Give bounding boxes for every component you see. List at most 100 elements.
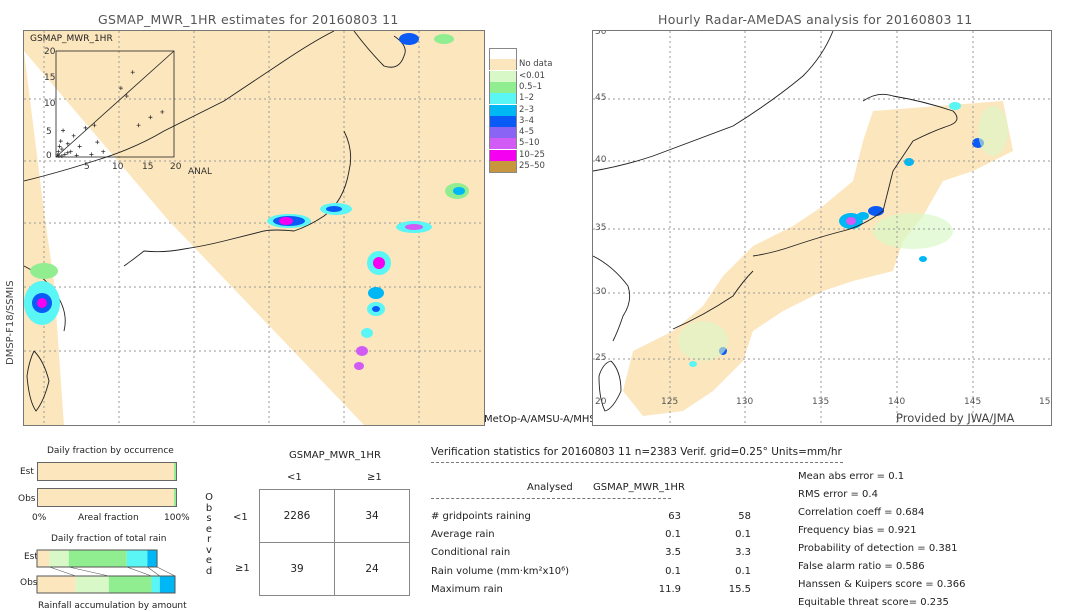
inset-ytick-20: 20 [44, 47, 56, 57]
observed-label: Observed [204, 492, 214, 577]
contingency-row-ge1: ≥1 [235, 563, 250, 574]
cell-obs-lt1-est-ge1: 34 [334, 489, 410, 543]
legend-label: 1–2 [519, 93, 535, 104]
occurrence-title: Daily fraction by occurrence [47, 446, 174, 456]
cell-obs-ge1-est-ge1: 24 [334, 542, 410, 596]
rain-bar-connector [68, 566, 109, 577]
right-coastline-china [593, 255, 631, 342]
inset-xtick-5: 5 [84, 162, 90, 172]
occurrence-x-min: 0% [32, 513, 47, 523]
occurrence-x-max: 100% [164, 513, 190, 523]
rain-bar-segment [108, 576, 152, 593]
stats-row-model: 3.3 [735, 547, 751, 559]
legend-swatch [489, 149, 517, 161]
stats-row-model: 15.5 [728, 583, 751, 595]
occurrence-bar-segment [38, 463, 174, 480]
legend-label: <0.01 [519, 70, 546, 81]
stats-row-analysed: 3.5 [665, 547, 681, 559]
occurrence-est-label: Est [20, 467, 34, 477]
lat-tick-30: 30 [595, 287, 607, 297]
stats-row-analysed: 11.9 [658, 583, 681, 595]
color-legend: No data <0.01 0.5–1 1–2 2–3 3–4 4–5 5–10 10–25 25… [489, 48, 569, 173]
radar-coverage [623, 101, 1013, 416]
stats-score: Mean abs error = 0.1 [798, 471, 905, 482]
legend-label: 3–4 [519, 115, 535, 126]
lon-tick-145: 145 [964, 397, 982, 407]
stats-score: False alarm ratio = 0.586 [798, 561, 925, 572]
lon-tick-135: 135 [812, 397, 830, 407]
rain-bar-segment [147, 550, 158, 567]
contingency-col-ge1: ≥1 [367, 472, 382, 483]
stats-row-label: Rain volume (mm·km²x10⁶) [431, 565, 570, 577]
stats-col-model: GSMAP_MWR_1HR [593, 482, 685, 493]
contingency-row-lt1: <1 [233, 512, 248, 523]
inset-ytick-0: 0 [46, 151, 52, 161]
stats-header: Verification statistics for 20160803 11 … [431, 446, 842, 458]
lat-tick-35: 35 [595, 223, 607, 233]
cell-obs-lt1-est-lt1: 2286 [259, 489, 335, 543]
right-map-title: Hourly Radar-AMeDAS analysis for 2016080… [658, 12, 973, 27]
legend-label: No data [519, 59, 553, 70]
lat-tick-20: 20 [595, 397, 607, 407]
lon-tick-140: 140 [888, 397, 906, 407]
stats-col-analysed: Analysed [527, 482, 573, 493]
contingency-title: GSMAP_MWR_1HR [289, 450, 381, 461]
rain-bar-connector [49, 566, 76, 577]
occurrence-est-bar [37, 462, 177, 481]
rain-bar-connector [156, 566, 176, 577]
legend-swatch [489, 104, 517, 116]
rain-bar-segment [37, 550, 50, 567]
stats-divider-mid [431, 498, 671, 499]
lon-tick-150: 15 [1039, 397, 1051, 407]
legend-swatch [489, 115, 517, 127]
stats-score: RMS error = 0.4 [798, 489, 878, 500]
stats-row-label: Conditional rain [431, 547, 511, 559]
rain-bar-connector [126, 566, 152, 577]
rain-bar-connector [147, 566, 160, 577]
legend-label: 4–5 [519, 127, 535, 138]
right-coastline-asia [593, 31, 834, 172]
legend-swatch [489, 127, 517, 139]
total-rain-title: Daily fraction of total rain [51, 534, 167, 544]
inset-xtick-10: 10 [112, 162, 124, 172]
legend-swatch [489, 161, 517, 173]
total-rain-bars [36, 549, 176, 594]
lat-tick-45: 45 [595, 93, 607, 103]
inset-xtick-15: 15 [142, 162, 154, 172]
rain-bar-segment [75, 576, 109, 593]
observed-letter: s [206, 513, 212, 524]
total-rain-obs-label: Obs [20, 578, 38, 588]
inset-ytick-15: 15 [44, 73, 56, 83]
rain-bar-segment [151, 576, 160, 593]
stats-row-analysed: 0.1 [665, 529, 681, 541]
legend-label: 25–50 [519, 161, 545, 171]
occurrence-obs-label: Obs [18, 494, 36, 504]
occurrence-bar-segment [38, 489, 174, 506]
left-rain-map: GSMAP_MWR_1HR ANAL 20 15 10 5 0 5 10 15 … [23, 30, 485, 426]
rain-bar-segment [126, 550, 148, 567]
occurrence-obs-bar [37, 488, 177, 507]
lon-tick-130: 130 [736, 397, 754, 407]
rain-bar-segment [68, 550, 127, 567]
observed-letter: d [205, 565, 213, 577]
observed-letter: e [205, 555, 213, 566]
stats-row-label: Average rain [431, 529, 495, 541]
inset-ytick-5: 5 [46, 127, 52, 137]
contingency-col-lt1: <1 [287, 472, 302, 483]
occurrence-bar-segment [173, 489, 176, 506]
lat-tick-25: 25 [595, 353, 607, 363]
stats-row-analysed: 63 [668, 511, 681, 522]
legend-label: 0.5–1 [519, 81, 543, 92]
total-rain-xlabel: Rainfall accumulation by amount [38, 601, 187, 611]
contingency-table: 2286 34 39 24 [259, 489, 410, 596]
cell-obs-ge1-est-lt1: 39 [259, 542, 335, 596]
right-radar-map: 50 45 40 35 30 25 20 125 130 135 140 145… [592, 30, 1052, 426]
stats-row-model: 0.1 [735, 565, 751, 577]
legend-label: 2–3 [519, 104, 535, 115]
stats-divider-top [431, 462, 843, 463]
stats-score: Correlation coeff = 0.684 [798, 507, 925, 518]
lat-tick-40: 40 [595, 155, 607, 165]
stats-row-model: 0.1 [735, 529, 751, 541]
sensor-label-left: DMSP-F18/SSMIS [5, 280, 16, 365]
inset-title: GSMAP_MWR_1HR [30, 34, 113, 44]
